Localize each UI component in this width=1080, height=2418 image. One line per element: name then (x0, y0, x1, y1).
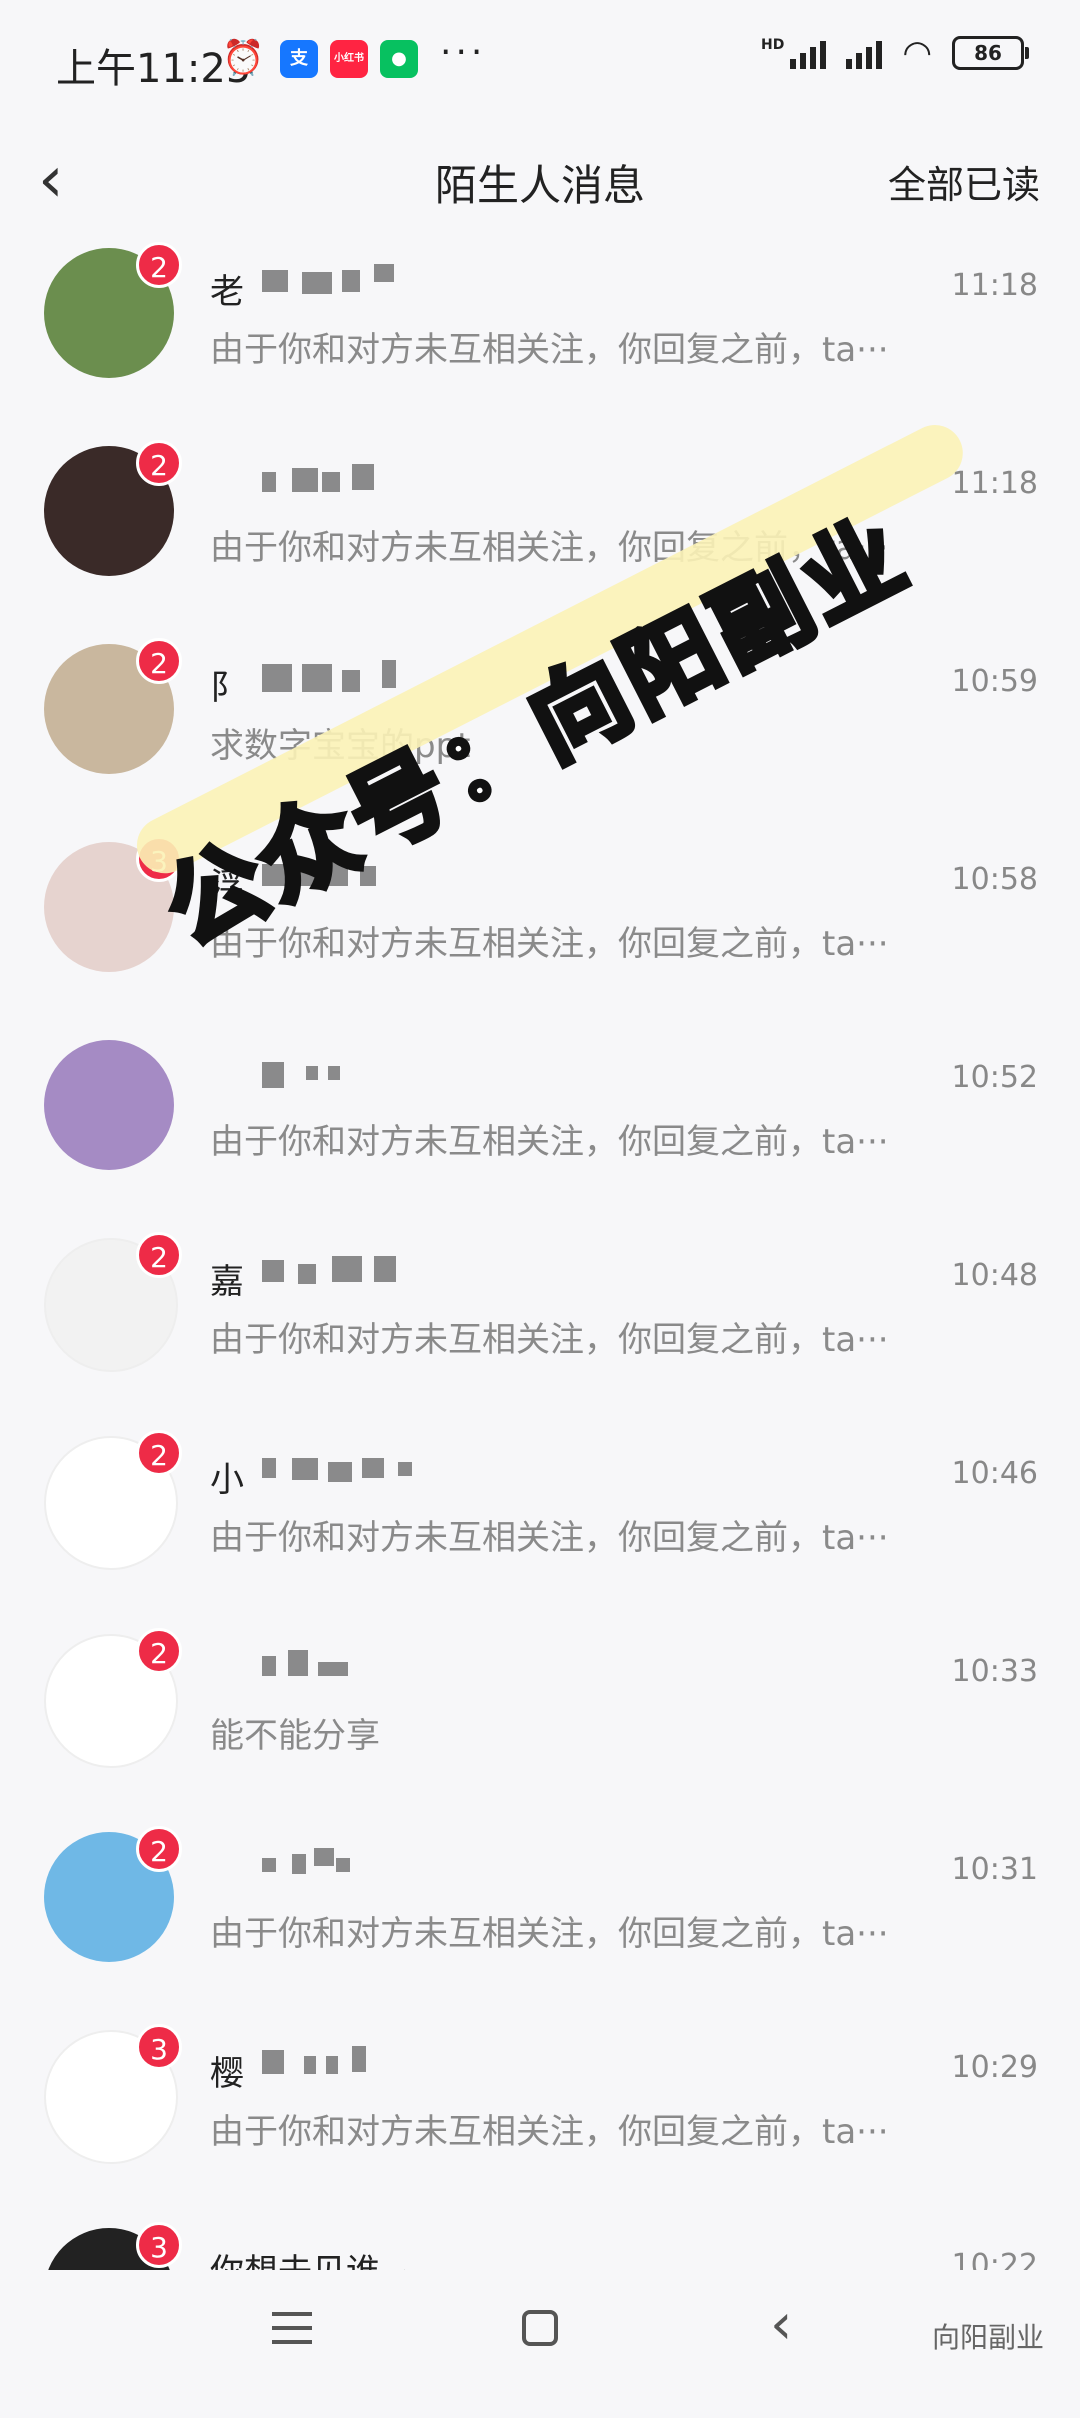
conversation-row[interactable]: 2 嘉 10:48 由于你和对方未互相关注，你回复之前，ta··· (0, 1230, 1080, 1428)
message-time: 10:29 (951, 2050, 1038, 2085)
alarm-icon: ⏰ (222, 38, 265, 78)
name-mosaic (262, 1848, 482, 1888)
message-preview: 由于你和对方未互相关注，你回复之前，ta··· (210, 1320, 889, 1360)
unread-badge: 2 (136, 1826, 182, 1872)
unread-badge: 2 (136, 1628, 182, 1674)
name-mosaic (262, 462, 482, 502)
unread-badge: 2 (136, 242, 182, 288)
xiaohongshu-icon: 小红书 (330, 40, 368, 78)
message-time: 11:18 (951, 268, 1038, 303)
more-notifications-icon: ··· (440, 32, 487, 73)
message-time: 10:31 (951, 1852, 1038, 1887)
conversation-row[interactable]: 2 老 11:18 由于你和对方未互相关注，你回复之前，ta··· (0, 240, 1080, 438)
message-preview: 由于你和对方未互相关注，你回复之前，ta··· (210, 1122, 889, 1162)
contact-name: 老 (210, 272, 244, 312)
message-preview: 由于你和对方未互相关注，你回复之前，ta··· (210, 330, 889, 370)
name-mosaic (262, 1056, 482, 1096)
alipay-icon: 支 (280, 40, 318, 78)
message-preview: 由于你和对方未互相关注，你回复之前，ta··· (210, 1914, 889, 1954)
avatar[interactable] (44, 1040, 174, 1170)
status-bar: 上午11:25 ⏰ 支 小红书 ● ··· HD ◠ 86 (0, 0, 1080, 120)
name-mosaic (262, 1650, 482, 1690)
system-back-icon[interactable]: ‹ (770, 2292, 792, 2357)
unread-badge: 3 (136, 2024, 182, 2070)
conversation-row[interactable]: 2 10:33 能不能分享 (0, 1626, 1080, 1824)
unread-badge: 2 (136, 1232, 182, 1278)
wifi-icon: ◠ (902, 33, 932, 73)
unread-badge: 2 (136, 440, 182, 486)
home-icon[interactable] (522, 2310, 558, 2346)
conversation-row[interactable]: 2 10:31 由于你和对方未互相关注，你回复之前，ta··· (0, 1824, 1080, 2022)
message-time: 10:52 (951, 1060, 1038, 1095)
message-preview: 能不能分享 (210, 1716, 380, 1756)
nav-header: ‹ 陌生人消息 全部已读 (0, 120, 1080, 240)
conversation-row[interactable]: 2 小 10:46 由于你和对方未互相关注，你回复之前，ta··· (0, 1428, 1080, 1626)
message-time: 10:48 (951, 1258, 1038, 1293)
contact-name: 嘉 (210, 1262, 244, 1302)
name-mosaic (262, 264, 482, 304)
battery-icon: 86 (952, 36, 1029, 70)
message-time: 10:46 (951, 1456, 1038, 1491)
contact-name: 阝 (210, 668, 244, 708)
contact-name: 樱 (210, 2054, 244, 2094)
message-preview: 由于你和对方未互相关注，你回复之前，ta··· (210, 2112, 889, 2152)
mark-all-read-button[interactable]: 全部已读 (888, 154, 1040, 209)
name-mosaic (262, 1452, 482, 1492)
unread-badge: 3 (136, 2222, 182, 2268)
recent-apps-icon[interactable] (272, 2312, 312, 2354)
unread-badge: 2 (136, 1430, 182, 1476)
conversation-list: 2 老 11:18 由于你和对方未互相关注，你回复之前，ta··· 2 11:18 由于你和… (0, 240, 1080, 2418)
system-nav-bar: ‹ 向阳副业 (0, 2270, 1080, 2400)
message-time: 10:33 (951, 1654, 1038, 1689)
message-preview: 由于你和对方未互相关注，你回复之前，ta··· (210, 1518, 889, 1558)
name-mosaic (262, 2046, 482, 2086)
wechat-icon: ● (380, 40, 418, 78)
signal-icon-2 (846, 37, 883, 69)
name-mosaic (262, 1254, 482, 1294)
message-preview: 由于你和对方未互相关注，你回复之前，ta··· (210, 924, 889, 964)
signal-icon-1: HD (761, 37, 827, 69)
watermark-corner: 向阳副业 (931, 2321, 1044, 2354)
conversation-row[interactable]: 3 樱 10:29 由于你和对方未互相关注，你回复之前，ta··· (0, 2022, 1080, 2220)
message-time: 10:59 (951, 664, 1038, 699)
conversation-row[interactable]: 10:52 由于你和对方未互相关注，你回复之前，ta··· (0, 1032, 1080, 1230)
unread-badge: 2 (136, 638, 182, 684)
message-time: 10:58 (951, 862, 1038, 897)
contact-name: 小 (210, 1460, 244, 1500)
message-time: 11:18 (951, 466, 1038, 501)
